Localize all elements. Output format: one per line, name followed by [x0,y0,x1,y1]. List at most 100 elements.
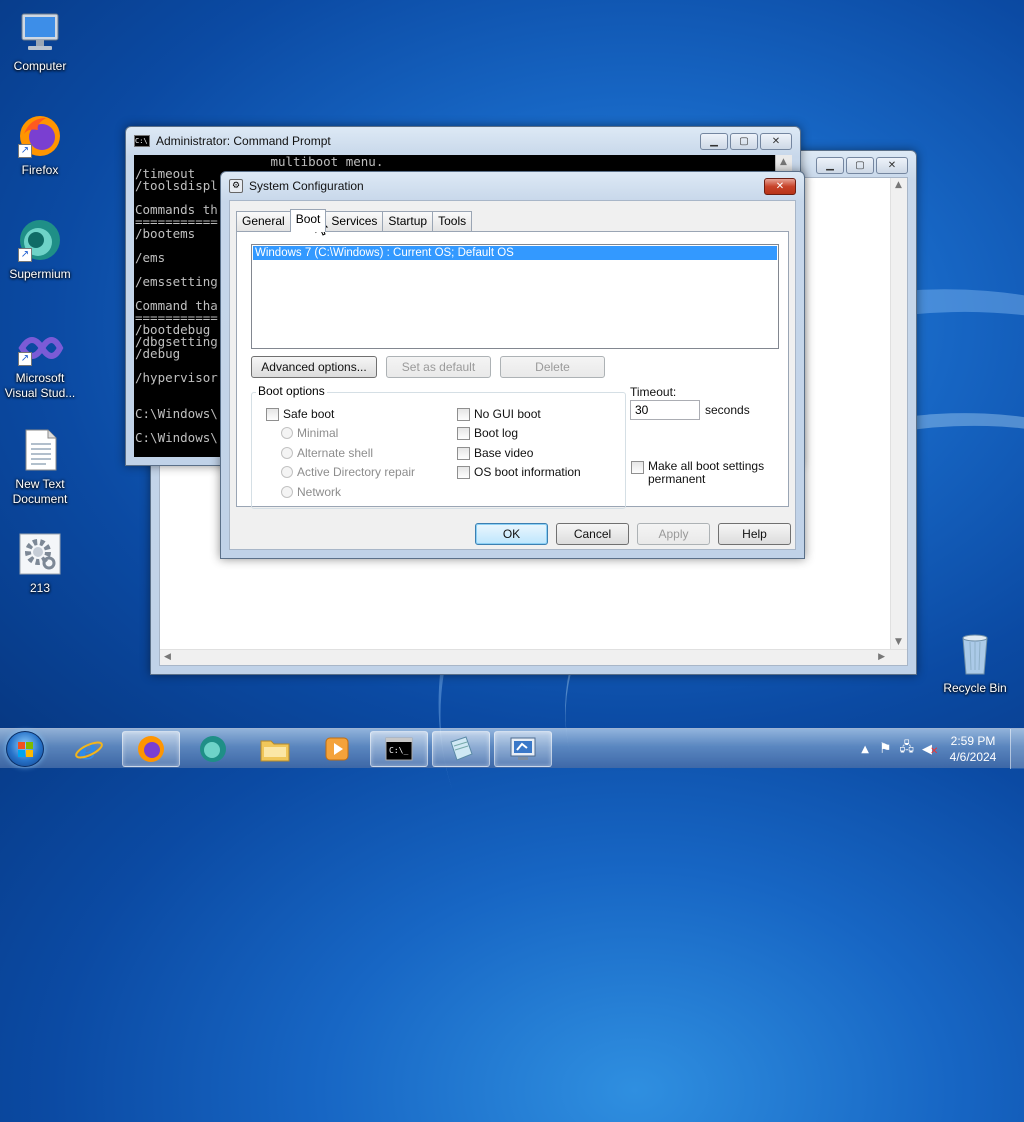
dialog-body: General Boot Services Startup Tools Wind… [229,200,796,550]
settings-app-icon [16,530,64,578]
command-prompt-icon: C:\_ [385,737,413,761]
tab-boot[interactable]: Boot [289,209,327,232]
taskbar-media-player[interactable] [308,731,366,767]
desktop-icon-firefox[interactable]: ↗ Firefox [0,112,80,178]
tab-tools[interactable]: Tools [432,211,473,231]
scroll-up-icon[interactable]: ▲ [895,180,902,190]
media-player-icon [325,737,349,761]
msconfig-icon: ⚙ [229,179,243,193]
window-controls: ▁ ▢ ✕ [698,133,792,150]
svg-text:C:\_: C:\_ [389,746,408,755]
desktop-icon-visual-studio[interactable]: ↗ Microsoft Visual Stud... [0,328,80,401]
active-directory-repair-radio[interactable]: Active Directory repair [281,465,415,479]
desktop-icon-label: Recycle Bin [943,681,1007,695]
system-configuration-icon [510,737,536,760]
os-list[interactable]: Windows 7 (C:\Windows) : Current OS; Def… [251,244,779,349]
desktop-icon-computer[interactable]: Computer [0,8,80,74]
firefox-icon: ↗ [16,112,64,160]
timeout-input[interactable]: 30 [630,400,700,420]
desktop-icon-label: Computer [13,59,67,73]
tab-startup[interactable]: Startup [382,211,434,231]
supermium-icon: ↗ [16,216,64,264]
set-as-default-button[interactable]: Set as default [386,356,491,378]
timeout-unit: seconds [705,403,750,417]
computer-icon [16,8,64,56]
internet-explorer-icon: e [75,734,103,764]
show-hidden-icons-button[interactable]: ▲ [861,744,869,755]
make-permanent-checkbox[interactable]: Make all boot settings permanent [631,460,771,486]
start-button[interactable] [6,731,44,767]
scroll-up-icon[interactable]: ▲ [780,157,787,167]
supermium-icon [200,736,226,762]
ok-button[interactable]: OK [475,523,548,545]
folder-icon [260,740,290,762]
maximize-button[interactable]: ▢ [730,133,758,150]
minimize-button[interactable]: ▁ [816,157,844,174]
network-icon[interactable]: 🖧 [900,738,915,760]
timeout-label: Timeout: [630,385,677,399]
safe-boot-checkbox[interactable]: Safe boot [266,407,334,421]
desktop-icon-new-text-document[interactable]: New Text Document [0,426,80,507]
taskbar-command-prompt[interactable]: C:\_ [370,731,428,767]
close-button[interactable]: ✕ [876,157,908,174]
shortcut-arrow-icon: ↗ [18,248,32,262]
shortcut-arrow-icon: ↗ [18,144,32,158]
show-desktop-button[interactable] [1010,729,1024,769]
scroll-left-icon[interactable]: ◀ [164,652,171,662]
taskbar: e C:\_ ▲ ⚑ 🖧 ◀ ✕ 2:59 PM 4/6/2024 [0,728,1024,769]
text-document-icon [16,426,64,474]
system-configuration-dialog[interactable]: ⚙ System Configuration ✕ General Boot Se… [220,171,805,559]
desktop-icon-recycle-bin[interactable]: Recycle Bin [935,630,1015,696]
taskbar-system-configuration[interactable] [494,731,552,767]
apply-button[interactable]: Apply [637,523,710,545]
scroll-right-icon[interactable]: ▶ [878,652,885,662]
horizontal-scrollbar[interactable]: ◀ ▶ [160,649,907,665]
action-center-flag-icon[interactable]: ⚑ [879,741,892,757]
taskbar-internet-explorer[interactable]: e [60,731,118,767]
delete-button[interactable]: Delete [500,356,605,378]
desktop-icon-label: Microsoft Visual Stud... [4,371,76,400]
visual-studio-icon: ↗ [16,328,64,368]
firefox-icon [138,736,164,762]
os-boot-information-checkbox[interactable]: OS boot information [457,465,581,479]
taskbar-supermium[interactable] [184,731,242,767]
volume-muted-icon[interactable]: ◀ ✕ [922,742,938,757]
boot-options-label: Boot options [256,384,327,398]
clock-time: 2:59 PM [950,734,996,748]
minimal-radio[interactable]: Minimal [281,426,338,440]
system-tray: ▲ ⚑ 🖧 ◀ ✕ 2:59 PM 4/6/2024 [861,729,1024,769]
desktop-icon-label: 213 [29,581,51,595]
no-gui-boot-checkbox[interactable]: No GUI boot [457,407,541,421]
minimize-button[interactable]: ▁ [700,133,728,150]
notepad-icon [450,736,473,761]
window-controls: ▁ ▢ ✕ [814,157,908,174]
tab-strip: General Boot Services Startup Tools [236,209,473,232]
network-radio[interactable]: Network [281,485,341,499]
desktop-icon-label: Firefox [21,163,59,177]
boot-log-checkbox[interactable]: Boot log [457,426,518,440]
cancel-button[interactable]: Cancel [556,523,629,545]
base-video-checkbox[interactable]: Base video [457,446,533,460]
clock-date: 4/6/2024 [949,750,997,764]
close-button[interactable]: ✕ [764,178,796,195]
desktop-icon-213[interactable]: 213 [0,530,80,596]
dialog-titlebar[interactable]: ⚙ System Configuration [221,172,804,200]
maximize-button[interactable]: ▢ [846,157,874,174]
taskbar-clock[interactable]: 2:59 PM 4/6/2024 [942,733,1004,765]
os-list-item[interactable]: Windows 7 (C:\Windows) : Current OS; Def… [253,246,777,260]
desktop-icon-supermium[interactable]: ↗ Supermium [0,216,80,282]
boot-tab-panel: Windows 7 (C:\Windows) : Current OS; Def… [236,231,789,509]
vertical-scrollbar[interactable]: ▲ ▼ [890,178,907,649]
scroll-down-icon[interactable]: ▼ [895,637,902,647]
close-button[interactable]: ✕ [760,133,792,150]
help-button[interactable]: Help [718,523,791,545]
tab-services[interactable]: Services [325,211,384,231]
console-line: multiboot menu. [135,155,384,169]
advanced-options-button[interactable]: Advanced options... [251,356,377,378]
taskbar-file-explorer[interactable] [246,731,304,767]
tab-general[interactable]: General [236,211,291,231]
alternate-shell-radio[interactable]: Alternate shell [281,446,373,460]
desktop-icon-label: Supermium [9,267,71,281]
taskbar-firefox[interactable] [122,731,180,767]
taskbar-notepad[interactable] [432,731,490,767]
